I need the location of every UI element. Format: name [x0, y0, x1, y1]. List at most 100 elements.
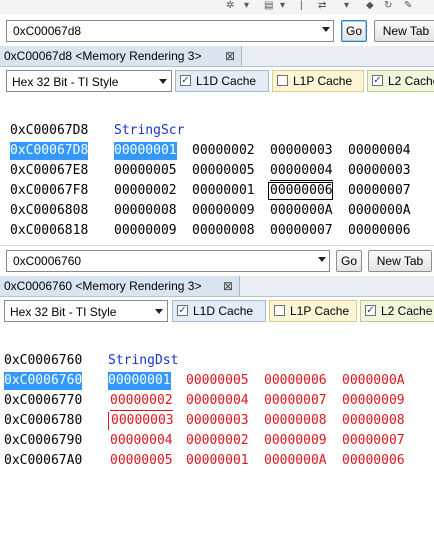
memory-cell[interactable]: 00000009 — [192, 202, 255, 220]
row-address[interactable]: 0xC0006790 — [4, 432, 82, 450]
memory-cell[interactable]: 00000009 — [342, 392, 405, 410]
memory-cell[interactable]: 0000000A — [264, 452, 327, 470]
memory-cell[interactable]: 0000000A — [342, 372, 405, 390]
format-select[interactable]: Hex 32 Bit - TI Style — [6, 70, 172, 92]
memory-cell[interactable]: 00000001 — [114, 142, 177, 160]
table-row: 0xC0006818 00000009 00000008 00000007 00… — [10, 222, 434, 240]
address-combo[interactable]: 0xC00067d8 — [6, 20, 334, 42]
memory-cell[interactable]: 00000004 — [348, 142, 411, 160]
memory-cell[interactable]: 00000001 — [108, 372, 171, 390]
memory-cell[interactable]: 0000000A — [348, 202, 411, 220]
dropdown-icon[interactable]: ▾ — [244, 1, 256, 11]
go-button[interactable]: Go — [341, 20, 367, 42]
memory-cell[interactable]: 0000000A — [270, 202, 333, 220]
go-button[interactable]: Go — [336, 250, 362, 272]
l1d-cache-label: L1D Cache — [193, 304, 254, 318]
chevron-down-icon[interactable] — [155, 309, 163, 314]
checkbox-checked-icon: ✓ — [365, 305, 376, 316]
variable-name: StringDst — [108, 353, 179, 368]
row-address[interactable]: 0xC00067E8 — [10, 162, 88, 180]
format-select[interactable]: Hex 32 Bit - TI Style — [4, 300, 168, 322]
row-address[interactable]: 0xC0006770 — [4, 392, 82, 410]
new-tab-button[interactable]: New Tab — [374, 20, 434, 42]
row-address[interactable]: 0xC00067F8 — [10, 182, 88, 200]
memory-cell[interactable]: 00000008 — [192, 222, 255, 240]
memory-cell[interactable]: 00000006 — [348, 222, 411, 240]
l1p-cache-label: L1P Cache — [290, 304, 350, 318]
memory-cell[interactable]: 00000007 — [264, 392, 327, 410]
l2-cache-label: L2 Cache — [381, 304, 433, 318]
table-row: 0xC0006760 00000001 00000005 00000006 00… — [4, 372, 434, 390]
l1p-cache-label: L1P Cache — [293, 74, 353, 88]
new-tab-button[interactable]: New Tab — [368, 250, 432, 272]
memory-cell[interactable]: 00000003 — [348, 162, 411, 180]
row-address[interactable]: 0xC0006760 — [4, 372, 83, 390]
folder-icon[interactable]: ◆ — [366, 1, 378, 11]
checkbox-checked-icon: ✓ — [180, 75, 191, 86]
memory-cell[interactable]: 00000008 — [264, 412, 327, 430]
memory-cell[interactable]: 00000003 — [186, 412, 249, 430]
checkbox-unchecked-icon — [274, 305, 285, 316]
l1d-cache-checkbox[interactable]: ✓ L1D Cache — [172, 300, 266, 322]
l1p-cache-checkbox[interactable]: L1P Cache — [269, 300, 357, 322]
row-address[interactable]: 0xC0006818 — [10, 222, 88, 240]
memory-cell[interactable]: 00000006 — [268, 182, 333, 200]
pane-divider — [0, 245, 434, 246]
memory-cell[interactable]: 00000007 — [348, 182, 411, 200]
link-icon[interactable]: ⇄ — [318, 1, 330, 11]
refresh-icon[interactable]: ↻ — [384, 1, 396, 11]
memory-cell[interactable]: 00000008 — [114, 202, 177, 220]
memory-cell[interactable]: 00000009 — [114, 222, 177, 240]
memory-cell[interactable]: 00000003 — [270, 142, 333, 160]
address-combo[interactable]: 0xC0006760 — [6, 250, 330, 272]
close-icon[interactable]: ⊠ — [225, 46, 235, 66]
memory-cell[interactable]: 00000002 — [114, 182, 177, 200]
memory-cell[interactable]: 00000006 — [264, 372, 327, 390]
dropdown-icon[interactable]: ▾ — [280, 1, 292, 11]
pin-icon[interactable]: ✎ — [404, 1, 416, 11]
tab-memory-rendering[interactable]: 0xC00067d8 <Memory Rendering 3> ⊠ — [0, 46, 242, 66]
chevron-down-icon[interactable] — [159, 79, 167, 84]
l1d-cache-checkbox[interactable]: ✓ L1D Cache — [175, 70, 269, 92]
format-value: Hex 32 Bit - TI Style — [12, 75, 119, 89]
row-address[interactable]: 0xC00067D8 — [10, 142, 89, 160]
table-row: 0xC0006790 00000004 00000002 00000009 00… — [4, 432, 434, 450]
dropdown-icon[interactable]: ▾ — [344, 1, 356, 11]
l1d-cache-label: L1D Cache — [196, 74, 257, 88]
memory-cell[interactable]: 00000002 — [110, 392, 173, 411]
memory-cell[interactable]: 00000005 — [186, 372, 249, 390]
table-row: 0xC00067E8 00000005 00000005 00000004 00… — [10, 162, 434, 181]
checkbox-checked-icon: ✓ — [372, 75, 383, 86]
memory-cell[interactable]: 00000001 — [192, 182, 255, 200]
memory-cell[interactable]: 00000004 — [186, 392, 249, 410]
row-address[interactable]: 0xC0006808 — [10, 202, 88, 220]
memory-cell[interactable]: 00000004 — [110, 432, 173, 450]
memory-cell[interactable]: 00000001 — [186, 452, 249, 470]
close-icon[interactable]: ⊠ — [223, 276, 233, 296]
memory-cell[interactable]: 00000004 — [270, 162, 333, 181]
l1p-cache-checkbox[interactable]: L1P Cache — [272, 70, 364, 92]
memory-cell[interactable]: 00000005 — [114, 162, 177, 180]
l2-cache-label: L2 Cache — [388, 74, 434, 88]
memory-header-row: 0xC00067D8 StringScr — [10, 122, 434, 140]
memory-cell[interactable]: 00000005 — [192, 162, 255, 180]
memory-cell[interactable]: 00000007 — [270, 222, 333, 240]
memory-cell[interactable]: 00000007 — [342, 432, 405, 450]
chevron-down-icon[interactable] — [322, 27, 330, 32]
memory-cell[interactable]: 00000005 — [110, 452, 173, 470]
memory-cell[interactable]: 00000002 — [186, 432, 249, 450]
memory-cell[interactable]: 00000006 — [342, 452, 405, 470]
memory-cell[interactable]: 00000003 — [108, 412, 174, 430]
l2-cache-checkbox[interactable]: ✓ L2 Cache — [367, 70, 434, 92]
tab-label: 0xC0006760 <Memory Rendering 3> — [4, 279, 202, 293]
memory-cell[interactable]: 00000009 — [264, 432, 327, 450]
row-address[interactable]: 0xC0006780 — [4, 412, 82, 430]
memory-cell[interactable]: 00000002 — [192, 142, 255, 160]
memory-cell[interactable]: 00000008 — [342, 412, 405, 430]
tab-memory-rendering[interactable]: 0xC0006760 <Memory Rendering 3> ⊠ — [0, 276, 240, 296]
l2-cache-checkbox[interactable]: ✓ L2 Cache — [360, 300, 434, 322]
chevron-down-icon[interactable] — [318, 257, 326, 262]
tool-icon[interactable]: ✲ — [226, 1, 238, 11]
view-icon[interactable]: ▤ — [264, 1, 276, 11]
row-address[interactable]: 0xC00067A0 — [4, 452, 82, 470]
